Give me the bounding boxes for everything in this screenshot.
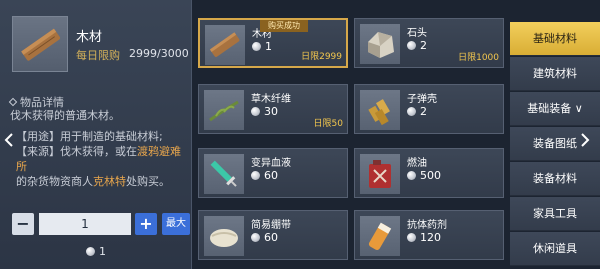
shop-item-card[interactable]: 木材 1 日限2999 购买成功 (198, 18, 348, 68)
source-text: 【来源】伐木获得，或在 (16, 145, 137, 158)
item-price: 120 (407, 231, 441, 244)
item-daily-limit: 日限1000 (458, 53, 499, 63)
item-price-value: 60 (264, 169, 278, 182)
shop-item-card[interactable]: 变异血液 60 (198, 148, 348, 198)
total-cost: 1 (86, 245, 106, 258)
item-name: 木材 (76, 30, 103, 45)
item-daily-limit: 日限50 (313, 119, 343, 129)
coin-icon (407, 171, 416, 180)
item-price-value: 60 (264, 231, 278, 244)
chevron-left-icon[interactable] (4, 132, 16, 152)
coin-icon (86, 247, 95, 256)
shop-item-card[interactable]: 简易绷带 60 (198, 210, 348, 260)
merchant-name-highlight: 克林特 (93, 175, 126, 188)
item-price-value: 30 (264, 105, 278, 118)
item-price: 60 (251, 169, 278, 182)
tab-equipment-materials[interactable]: 装备材料 (510, 162, 600, 196)
decrease-quantity-button[interactable]: − (12, 213, 34, 235)
purchase-success-badge: 购买成功 (260, 20, 308, 32)
quantity-stepper: − 1 + 最大 (12, 213, 190, 235)
increase-quantity-button[interactable]: + (135, 213, 157, 235)
item-price-value: 1 (265, 40, 272, 53)
tab-furniture-tools[interactable]: 家具工具 (510, 197, 600, 231)
wood-plank-icon (205, 25, 245, 65)
item-price: 500 (407, 169, 441, 182)
item-price-value: 120 (420, 231, 441, 244)
shop-item-card[interactable]: 草木纤维 30 日限50 (198, 84, 348, 134)
bullet-shell-icon (360, 90, 400, 130)
tab-basic-materials[interactable]: 基础材料 (510, 22, 600, 56)
shop-item-card[interactable]: 抗体药剂 120 (354, 210, 504, 260)
item-name: 燃油 (407, 158, 427, 169)
tab-building-materials[interactable]: 建筑材料 (510, 57, 600, 91)
item-name: 石头 (407, 28, 427, 39)
item-price-value: 2 (420, 39, 427, 52)
source-line: 【来源】伐木获得，或在渡鸦避难所 (16, 144, 188, 174)
coin-icon (407, 41, 416, 50)
item-price: 1 (252, 40, 272, 53)
item-name: 子弹壳 (407, 94, 437, 105)
tab-leisure-items[interactable]: 休闲道具 (510, 232, 600, 266)
item-name: 草木纤维 (251, 94, 291, 105)
quantity-input[interactable]: 1 (39, 213, 131, 235)
item-price-value: 2 (420, 105, 427, 118)
item-price: 2 (407, 105, 427, 118)
item-price: 30 (251, 105, 278, 118)
item-detail-panel: 木材 每日限购 2999/3000 物品详情 伐木获得的普通木材。 【用途】用于… (0, 0, 192, 269)
wood-plank-icon (12, 16, 68, 72)
coin-icon (251, 107, 260, 116)
shop-item-card[interactable]: 燃油 500 (354, 148, 504, 198)
coin-icon (407, 107, 416, 116)
source-text-2: 的杂货物资商人 (16, 175, 93, 188)
fuel-can-icon (360, 154, 400, 194)
item-price-value: 500 (420, 169, 441, 182)
item-price: 60 (251, 231, 278, 244)
coin-icon (251, 233, 260, 242)
item-daily-limit: 日限2999 (301, 52, 342, 62)
chevron-right-icon[interactable] (580, 132, 592, 152)
antibody-potion-icon (360, 216, 400, 256)
diamond-icon (8, 97, 18, 107)
syringe-icon (204, 154, 244, 194)
max-quantity-button[interactable]: 最大 (162, 213, 190, 235)
coin-icon (251, 171, 260, 180)
total-cost-value: 1 (99, 245, 106, 258)
item-name: 简易绷带 (251, 220, 291, 231)
shop-item-card[interactable]: 子弹壳 2 (354, 84, 504, 134)
tab-basic-equipment[interactable]: 基础装备 ∨ (510, 92, 600, 126)
shop-item-grid: 木材 1 日限2999 购买成功 石头 2 日限1000 草木纤维 30 日限5… (196, 0, 506, 269)
usage-line: 【用途】用于制造的基础材料; (16, 130, 163, 143)
bandage-icon (204, 216, 244, 256)
item-description: 伐木获得的普通木材。 (10, 109, 120, 122)
item-price: 2 (407, 39, 427, 52)
plant-fiber-icon (204, 90, 244, 130)
source-line-2: 的杂货物资商人克林特处购买。 (16, 174, 188, 189)
daily-limit-value: 2999/3000 (129, 47, 189, 60)
shop-item-card[interactable]: 石头 2 日限1000 (354, 18, 504, 68)
daily-limit-label: 每日限购 (76, 49, 120, 62)
item-header: 木材 每日限购 2999/3000 (12, 16, 189, 76)
stone-icon (360, 24, 400, 64)
coin-icon (407, 233, 416, 242)
coin-icon (252, 42, 261, 51)
item-name: 抗体药剂 (407, 220, 447, 231)
item-usage-text: 【用途】用于制造的基础材料; 【来源】伐木获得，或在渡鸦避难所 的杂货物资商人克… (16, 129, 188, 189)
item-name: 变异血液 (251, 158, 291, 169)
source-text-3: 处购买。 (126, 175, 170, 188)
